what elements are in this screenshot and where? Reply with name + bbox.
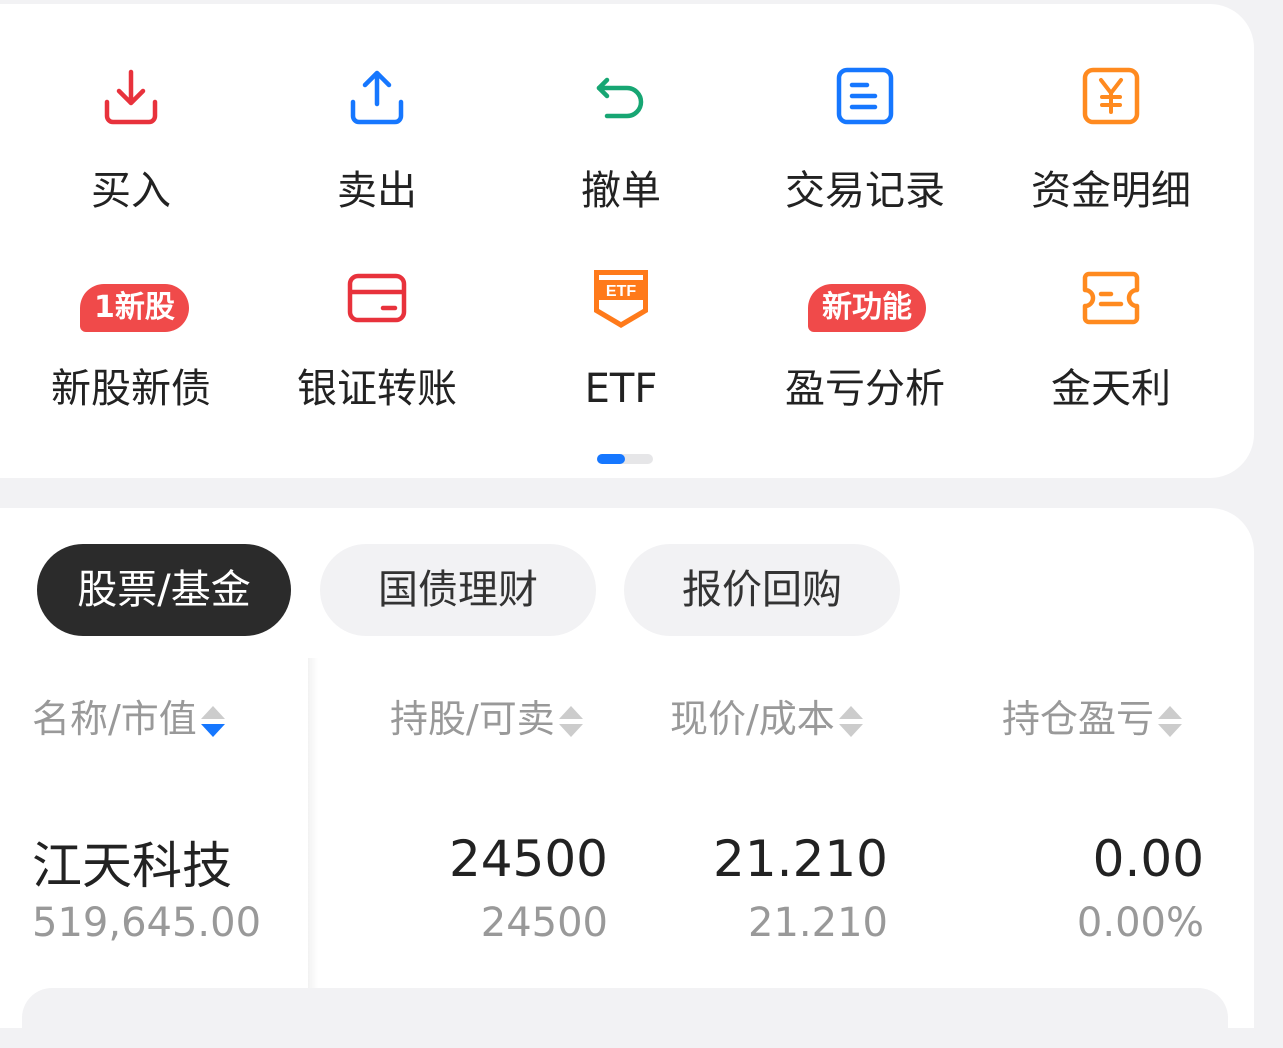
profit-analysis-label: 盈亏分析 <box>785 366 945 412</box>
cost-price: 21.210 <box>748 900 888 946</box>
jintianli-button[interactable]: 金天利 <box>988 4 1234 412</box>
new-stock-bond-button[interactable]: 1新股 新股新债 <box>8 4 254 412</box>
next-card-edge <box>22 988 1228 1048</box>
holdings-panel: 股票/基金 国债理财 报价回购 名称/市值 持股/可卖 现价/成本 持仓盈亏 江… <box>0 508 1254 1028</box>
header-name-value-label: 名称/市值 <box>32 697 197 741</box>
shares-held: 24500 <box>448 830 608 888</box>
header-shares-available[interactable]: 持股/可卖 <box>390 696 583 742</box>
profit-analysis-button[interactable]: 新功能 盈亏分析 <box>742 4 988 412</box>
stock-name: 江天科技 <box>32 837 232 895</box>
header-pnl-label: 持仓盈亏 <box>1002 697 1155 741</box>
new-feature-badge: 新功能 <box>808 284 926 332</box>
function-panel: 买入 卖出 撤单 交易记录 资金明细 1新股 新股新债 银证转账 ETF ETF… <box>0 4 1254 478</box>
header-position-pnl[interactable]: 持仓盈亏 <box>1002 696 1183 742</box>
svg-text:ETF: ETF <box>606 283 636 300</box>
etf-label: ETF <box>584 366 658 412</box>
tab-treasury-wealth[interactable]: 国债理财 <box>320 544 596 636</box>
tab-repo-quote[interactable]: 报价回购 <box>624 544 900 636</box>
sort-icon <box>558 704 583 740</box>
position-pnl-percent: 0.00% <box>1076 900 1204 946</box>
etf-shield-icon: ETF <box>594 270 648 328</box>
sort-icon <box>838 704 863 740</box>
header-name-value[interactable]: 名称/市值 <box>32 696 225 742</box>
current-price: 21.210 <box>713 830 888 888</box>
market-value: 519,645.00 <box>32 900 262 946</box>
bank-card-icon <box>347 273 407 323</box>
position-pnl: 0.00 <box>1092 830 1204 888</box>
sort-icon <box>1158 704 1183 740</box>
sort-icon <box>200 704 225 740</box>
bank-transfer-button[interactable]: 银证转账 <box>254 4 500 412</box>
new-stock-badge: 1新股 <box>80 284 189 332</box>
new-stock-bond-label: 新股新债 <box>51 366 211 412</box>
bank-transfer-label: 银证转账 <box>297 366 457 412</box>
etf-button[interactable]: ETF ETF <box>498 4 744 412</box>
ticket-icon <box>1082 271 1140 325</box>
jintianli-label: 金天利 <box>1051 366 1171 412</box>
header-price-cost[interactable]: 现价/成本 <box>670 696 863 742</box>
page-indicator-active <box>597 454 625 464</box>
header-shares-label: 持股/可卖 <box>390 697 555 741</box>
column-shadow <box>308 658 318 988</box>
header-price-label: 现价/成本 <box>670 697 835 741</box>
tab-stocks-funds[interactable]: 股票/基金 <box>37 544 291 636</box>
shares-available: 24500 <box>480 900 608 946</box>
page-indicator <box>597 454 653 464</box>
